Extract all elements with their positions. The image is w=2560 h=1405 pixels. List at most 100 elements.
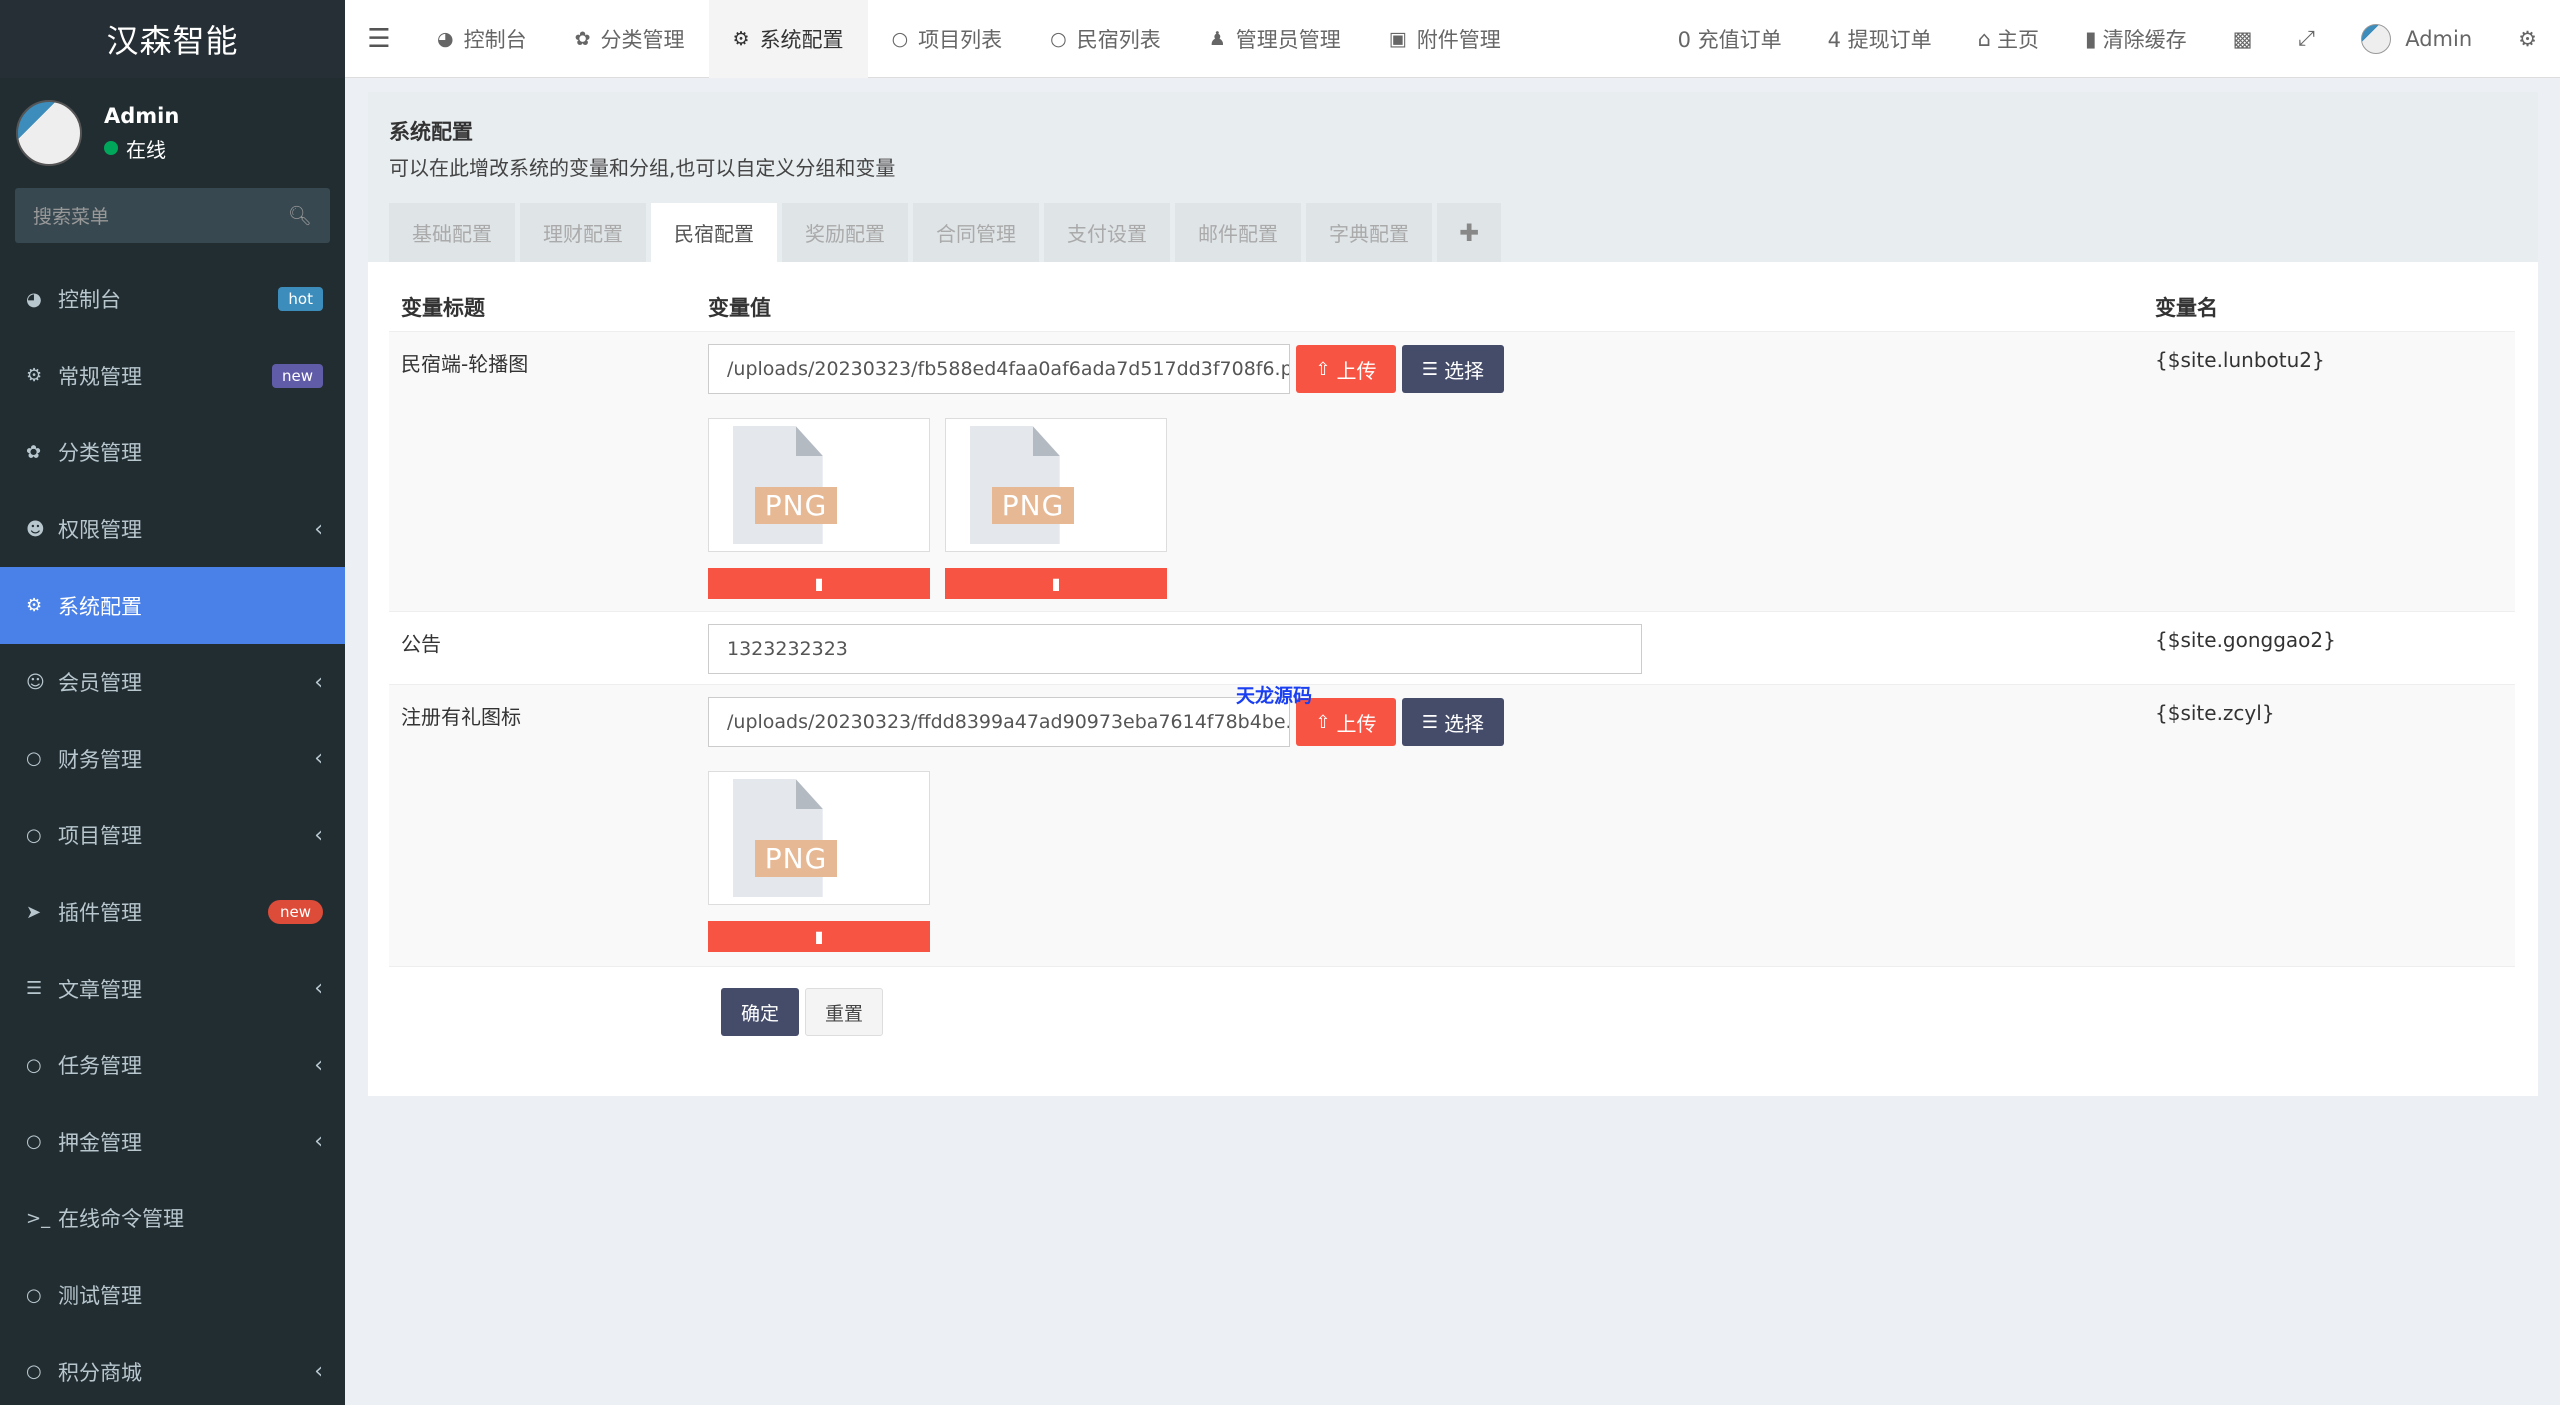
table-row: 注册有礼图标 /uploads/20230323/ffdd8399a47ad90… [389,685,2515,967]
trash-icon: ▮ [815,927,824,946]
tab-basic-config[interactable]: 基础配置 [389,203,515,262]
menu-search-input[interactable]: 搜索菜单 🔍︎ [15,188,330,243]
tab-attachment[interactable]: ▣附件管理 [1365,0,1525,78]
user-panel: Admin 在线 [0,78,345,188]
fullscreen-icon: ⤢ [2298,26,2315,51]
dashboard-icon: ◕ [26,289,54,310]
sidebar-item-points-mall[interactable]: ○积分商城‹ [0,1333,345,1405]
app-logo[interactable]: 汉森智能 [0,0,345,78]
file-thumbnail: PNG ▮ [708,771,930,952]
config-panel: 系统配置 可以在此增改系统的变量和分组,也可以自定义分组和变量 基础配置 理财配… [368,92,2538,1096]
upload-icon: ⇧ [1315,712,1330,733]
hot-badge: hot [278,287,323,311]
user-name: Admin [104,104,179,128]
sidebar-item-general[interactable]: ⚙常规管理new [0,338,345,415]
recharge-orders-link[interactable]: 0 充值订单 [1655,24,1805,54]
form-actions: 确定 重置 [721,988,883,1036]
admin-menu[interactable]: Admin [2338,24,2495,54]
confirm-button[interactable]: 确定 [721,988,799,1036]
tab-homestay-config[interactable]: 民宿配置 [651,203,777,262]
cogs-icon: ⚙ [2518,27,2537,51]
group-icon: ☻ [26,519,54,540]
sidebar-item-category[interactable]: ✿分类管理 [0,414,345,491]
sidebar-item-auth[interactable]: ☻权限管理‹ [0,491,345,568]
language-button[interactable]: ▩ [2210,27,2276,51]
settings-button[interactable]: ⚙ [2495,27,2560,51]
row-var-name: {$site.gonggao2} [2151,624,2515,684]
search-icon[interactable]: 🔍︎ [288,204,312,227]
home-icon: ⌂ [1978,27,1991,51]
tab-category[interactable]: ✿分类管理 [551,0,709,78]
tab-payment-settings[interactable]: 支付设置 [1044,203,1170,262]
circle-icon: ○ [26,1361,54,1382]
add-tab-button[interactable]: ✚ [1437,203,1501,262]
clear-cache-button[interactable]: ▮清除缓存 [2062,24,2210,54]
upload-button[interactable]: ⇧上传 [1296,345,1396,393]
circle-icon: ○ [892,28,909,50]
tab-finance-config[interactable]: 理财配置 [520,203,646,262]
file-thumbnail: PNG ▮ [708,418,930,599]
sidebar-item-config[interactable]: ⚙系统配置 [0,567,345,644]
home-link[interactable]: ⌂主页 [1955,24,2062,54]
row-title: 公告 [389,624,708,684]
user-icon: ♟ [1209,28,1226,50]
png-file-icon [733,426,823,544]
circle-icon: ○ [26,1131,54,1152]
delete-file-button[interactable]: ▮ [708,568,930,599]
sidebar-item-test[interactable]: ○测试管理 [0,1257,345,1334]
sidebar-item-plugin[interactable]: ➤插件管理new [0,874,345,951]
chevron-left-icon: ‹ [314,976,323,1001]
sidebar-item-finance[interactable]: ○财务管理‹ [0,721,345,798]
file-type-label: PNG [755,840,838,877]
tab-dict-config[interactable]: 字典配置 [1306,203,1432,262]
png-file-icon [733,779,823,897]
delete-file-button[interactable]: ▮ [945,568,1167,599]
chevron-left-icon: ‹ [314,823,323,848]
tab-admin-manage[interactable]: ♟管理员管理 [1185,0,1365,78]
sidebar-item-dashboard[interactable]: ◕控制台hot [0,261,345,338]
circle-icon: ○ [1050,28,1067,50]
tab-mail-config[interactable]: 邮件配置 [1175,203,1301,262]
file-type-label: PNG [755,487,838,524]
notice-input[interactable]: 1323232323 [708,624,1642,674]
reset-button[interactable]: 重置 [805,988,883,1036]
gear-icon: ⚙ [733,28,750,50]
sidebar-item-project[interactable]: ○项目管理‹ [0,797,345,874]
withdraw-orders-link[interactable]: 4 提现订单 [1805,24,1955,54]
tab-config[interactable]: ⚙系统配置 [709,0,868,78]
register-gift-icon-input[interactable]: /uploads/20230323/ffdd8399a47ad90973eba7… [708,697,1290,747]
row-var-name: {$site.lunbotu2} [2151,344,2515,611]
header-value: 变量值 [708,292,2151,322]
carousel-path-input[interactable]: /uploads/20230323/fb588ed4faa0af6ada7d51… [708,344,1290,394]
select-button[interactable]: ☰选择 [1402,698,1504,746]
chevron-left-icon: ‹ [314,746,323,771]
config-tabs: 基础配置 理财配置 民宿配置 奖励配置 合同管理 支付设置 邮件配置 字典配置 … [389,203,1506,262]
chevron-left-icon: ‹ [314,1129,323,1154]
tab-reward-config[interactable]: 奖励配置 [782,203,908,262]
chevron-left-icon: ‹ [314,1053,323,1078]
leaf-icon: ✿ [26,442,54,463]
select-button[interactable]: ☰选择 [1402,345,1504,393]
fullscreen-button[interactable]: ⤢ [2275,26,2338,51]
chevron-left-icon: ‹ [314,670,323,695]
sidebar-item-command[interactable]: >_在线命令管理 [0,1180,345,1257]
sidebar-item-task[interactable]: ○任务管理‹ [0,1027,345,1104]
list-icon: ☰ [1422,359,1438,380]
panel-header: 系统配置 可以在此增改系统的变量和分组,也可以自定义分组和变量 基础配置 理财配… [368,92,2538,262]
delete-file-button[interactable]: ▮ [708,921,930,952]
rocket-icon: ➤ [26,902,54,923]
tab-contract-manage[interactable]: 合同管理 [913,203,1039,262]
sidebar-item-deposit[interactable]: ○押金管理‹ [0,1104,345,1181]
menu-toggle-icon[interactable]: ☰ [345,24,413,54]
terminal-icon: >_ [26,1208,54,1229]
sidebar-item-article[interactable]: ☰文章管理‹ [0,950,345,1027]
translate-icon: ▩ [2233,27,2253,51]
header-name: 变量名 [2151,292,2515,322]
list-icon: ☰ [1422,712,1438,733]
sidebar-item-member[interactable]: ☺会员管理‹ [0,644,345,721]
tab-homestay-list[interactable]: ○民宿列表 [1026,0,1185,78]
cogs-icon: ⚙ [26,365,54,386]
tab-project-list[interactable]: ○项目列表 [868,0,1027,78]
tab-dashboard[interactable]: ◕控制台 [413,0,551,78]
file-thumbnail: PNG ▮ [945,418,1167,599]
